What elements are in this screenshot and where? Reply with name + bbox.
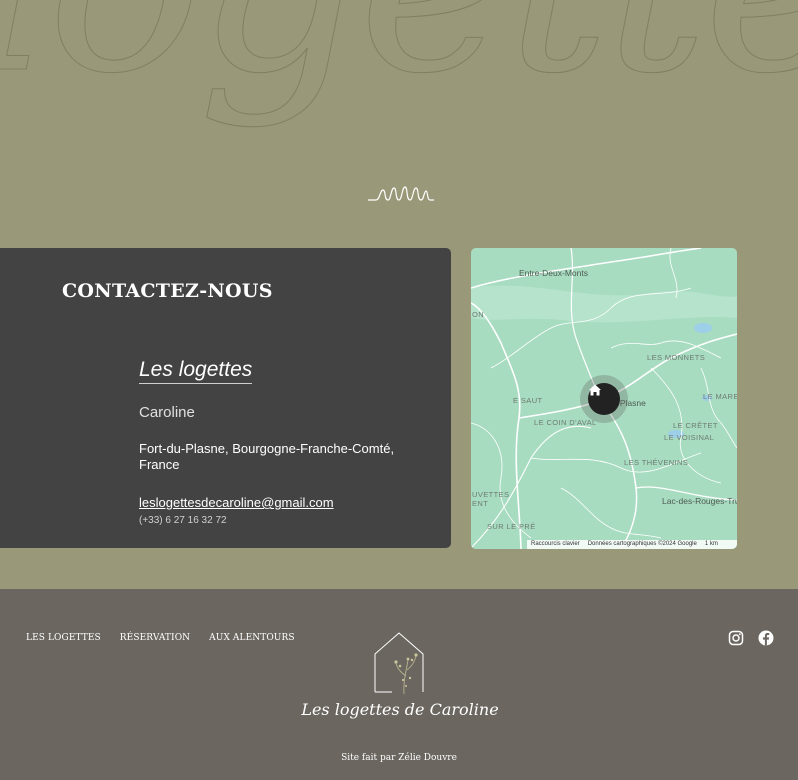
map-label-le-cretet: LE CRÊTET [673, 421, 718, 430]
map-label-on: ON [472, 310, 485, 319]
home-icon [589, 384, 601, 396]
map-label-le-coin-d-aval: LE COIN D'AVAL [534, 418, 597, 427]
logo-text: Les logettes de Caroline [301, 700, 499, 719]
instagram-icon[interactable] [728, 630, 744, 646]
phone-number: (+33) 6 27 16 32 72 [139, 515, 227, 526]
logo-house-icon [374, 632, 424, 695]
map-label-les-monnets: LES MONNETS [647, 353, 706, 362]
map-keyboard-shortcuts[interactable]: Raccourcis clavier [531, 540, 580, 549]
footer-credit: Site fait par Zélie Douvre [341, 753, 457, 763]
address: Fort-du-Plasne, Bourgogne-Franche-Comté,… [139, 441, 395, 472]
footer-nav-aux-alentours[interactable]: AUX ALENTOURS [209, 633, 294, 643]
contact-title: CONTACTEZ-NOUS [62, 280, 273, 302]
footer-nav-reservation[interactable]: RÉSERVATION [120, 633, 190, 643]
footer-nav: LES LOGETTES RÉSERVATION AUX ALENTOURS [26, 633, 295, 643]
decorative-ornament [368, 186, 434, 201]
map-label-ent: ENT [472, 499, 489, 508]
map-label-uvettes: UVETTES [472, 490, 510, 499]
map-label-sur-le-pre: SUR LE PRÉ [487, 522, 536, 531]
map-attribution-bar: Raccourcis clavier Données cartographiqu… [527, 540, 737, 549]
business-name: Les logettes [139, 358, 253, 384]
map-widget[interactable]: Entre-Deux-Monts ON LES MONNETS LE MARE … [471, 248, 737, 549]
map-label-les-thevenins: LES THÉVENINS [624, 458, 689, 467]
map-copyright: Données cartographiques ©2024 Google [587, 541, 697, 547]
map-label-e-saut: E SAUT [513, 396, 543, 405]
map-label-entre-deux-monts: Entre-Deux-Monts [519, 268, 588, 278]
owner-name: Caroline [139, 404, 195, 421]
map-label-le-voisinal: LE VOISINAL [664, 433, 715, 442]
footer-nav-les-logettes[interactable]: LES LOGETTES [26, 633, 101, 643]
map-label-lac-des-rouges-truites: Lac-des-Rouges-Tru [662, 496, 737, 506]
map-pin[interactable] [588, 383, 620, 415]
hero-background-word: logettes [0, 0, 798, 111]
map-scale[interactable]: 1 km [705, 540, 718, 549]
map-label-le-mare: LE MARE [703, 392, 737, 401]
email-link[interactable]: leslogettesdecaroline@gmail.com [139, 495, 334, 510]
facebook-icon[interactable] [758, 630, 774, 646]
